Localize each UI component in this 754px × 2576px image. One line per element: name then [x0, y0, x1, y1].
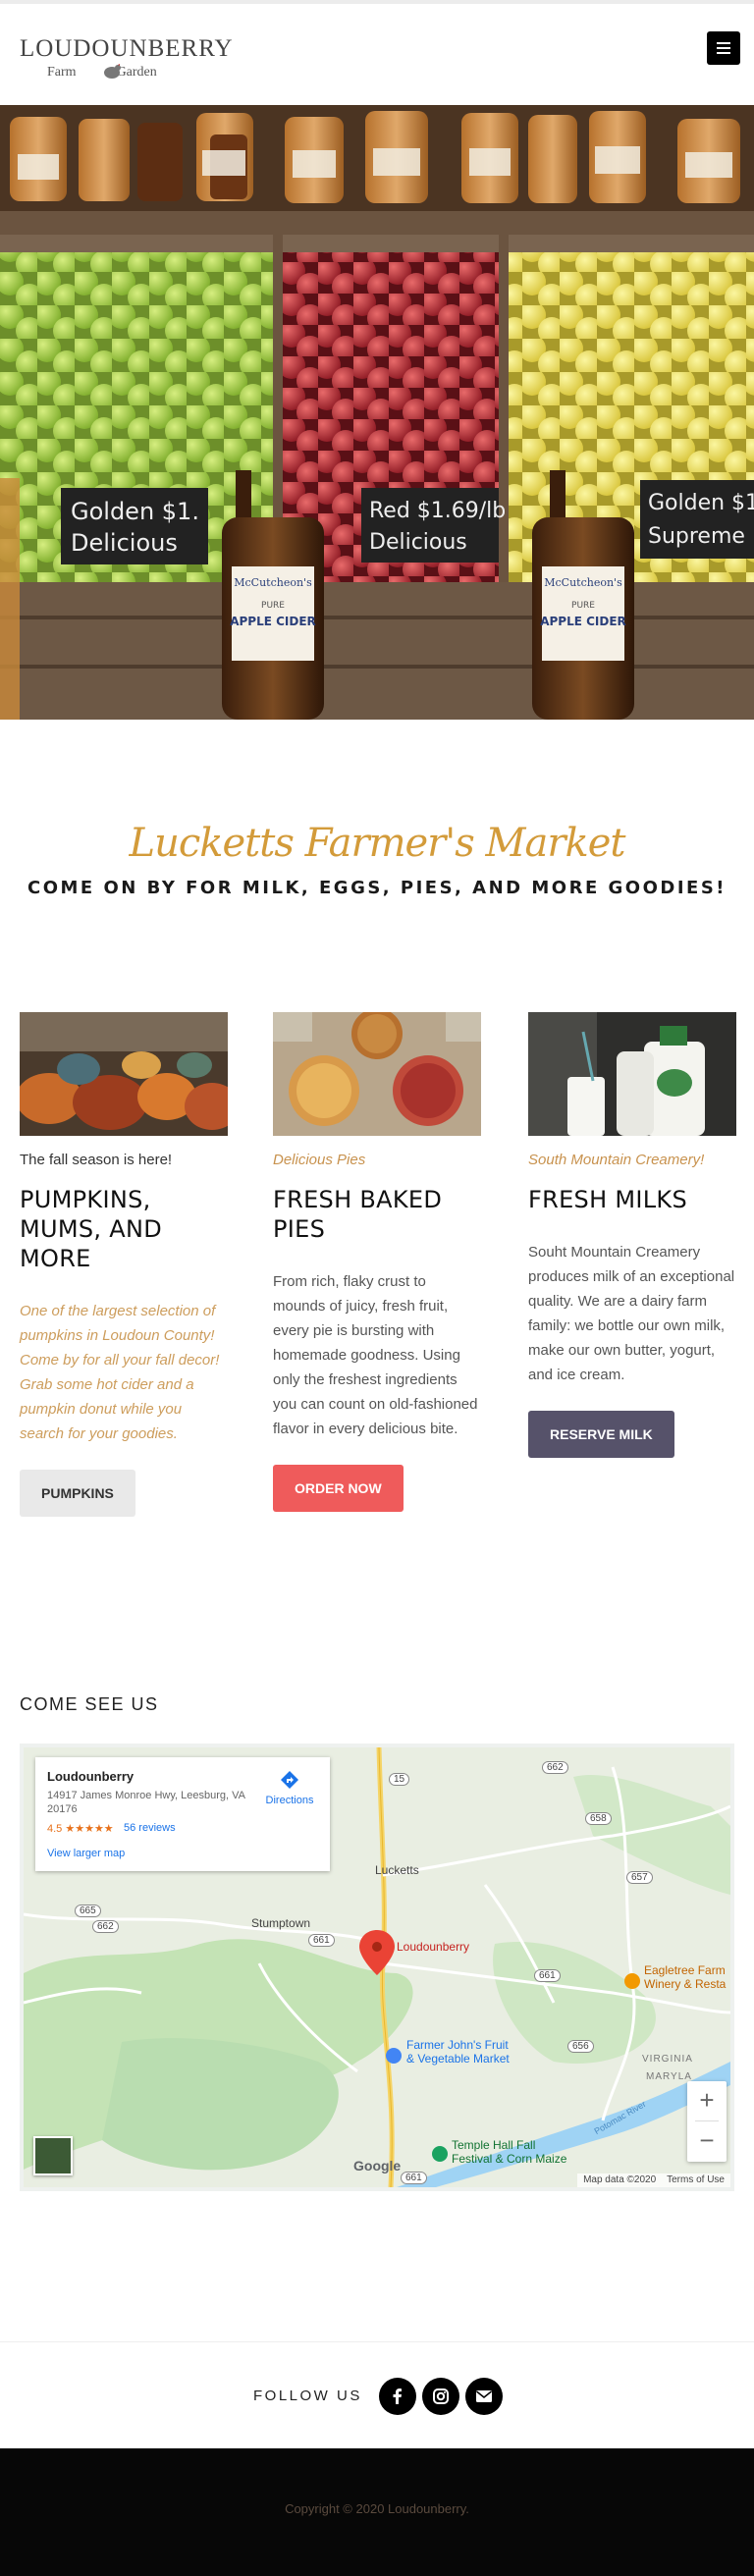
- road-shield-662: 662: [542, 1761, 568, 1774]
- reserve-milk-button[interactable]: RESERVE MILK: [528, 1411, 674, 1458]
- zoom-out-button[interactable]: −: [687, 2121, 727, 2161]
- map-zoom-control: + −: [687, 2081, 727, 2162]
- site-header: LOUDOUNBERRY Farm Garden: [0, 4, 754, 105]
- road-shield-662b: 662: [92, 1920, 119, 1933]
- milks-kicker: South Mountain Creamery!: [528, 1152, 705, 1168]
- satellite-toggle[interactable]: [33, 2136, 73, 2175]
- sign-golden-supreme-line1: Golden $1.: [648, 491, 754, 515]
- apple-crates-photo: Golden $1. Delicious Red $1.69/lb Delici…: [0, 105, 754, 720]
- map-label-farmer-john-2: & Vegetable Market: [406, 2052, 510, 2066]
- follow-divider: [0, 2341, 754, 2342]
- site-footer: Copyright © 2020 Loudounberry.: [0, 2448, 754, 2576]
- poi-orange-icon: [624, 1973, 640, 1989]
- bottle1-label: APPLE CIDER: [230, 615, 316, 628]
- map-label-temple-2: Festival & Corn Maize: [452, 2152, 567, 2166]
- zoom-in-button[interactable]: +: [687, 2081, 727, 2120]
- sign-golden-delicious-line2: Delicious: [71, 529, 178, 557]
- star-rating-icon: ★★★★★: [65, 1823, 114, 1835]
- copyright-text: Copyright © 2020 Loudounberry.: [285, 2501, 469, 2516]
- feature-pumpkins: The fall season is here! PUMPKINS, MUMS,…: [20, 1012, 228, 1517]
- map-label-virginia: VIRGINIA: [642, 2054, 693, 2065]
- bottle2-brand: McCutcheon's: [544, 576, 622, 589]
- poi-blue-icon: [386, 2048, 402, 2064]
- facebook-icon: [393, 2388, 402, 2404]
- map-info-card: Loudounberry 14917 James Monroe Hwy, Lee…: [35, 1757, 330, 1871]
- pumpkins-heading: PUMPKINS, MUMS, AND MORE: [20, 1186, 163, 1272]
- pumpkins-button[interactable]: PUMPKINS: [20, 1470, 135, 1517]
- directions-button[interactable]: Directions: [257, 1769, 322, 1806]
- market-subtitle: COME ON BY FOR MILK, EGGS, PIES, AND MOR…: [27, 878, 727, 898]
- road-shield-661: 661: [308, 1934, 335, 1947]
- road-shield-15: 15: [389, 1773, 410, 1786]
- map-label-loudounberry: Loudounberry: [397, 1940, 470, 1954]
- view-larger-map-link[interactable]: View larger map: [47, 1848, 125, 1859]
- directions-label: Directions: [265, 1795, 314, 1806]
- pumpkins-photo: [20, 1012, 228, 1136]
- road-shield-657: 657: [626, 1871, 653, 1884]
- google-logo: Google: [353, 2158, 402, 2174]
- pies-text: From rich, flaky crust to mounds of juic…: [273, 1273, 478, 1437]
- milks-heading: FRESH MILKS: [528, 1186, 687, 1213]
- hamburger-icon: [717, 42, 730, 54]
- map-label-stumptown: Stumptown: [251, 1916, 311, 1930]
- map-data-text: Map data ©2020: [583, 2174, 657, 2185]
- feature-pies: Delicious Pies FRESH BAKED PIES From ric…: [273, 1012, 481, 1512]
- site-logo[interactable]: LOUDOUNBERRY Farm Garden: [20, 31, 233, 80]
- milks-text: Souht Mountain Creamery produces milk of…: [528, 1244, 735, 1383]
- map-label-eagletree-1: Eagletree Farm: [644, 1963, 726, 1977]
- map-label-eagletree-2: Winery & Resta: [644, 1977, 727, 1991]
- map-label-farmer-john-1: Farmer John's Fruit: [406, 2038, 509, 2052]
- pies-photo: [273, 1012, 481, 1136]
- road-shield-661c: 661: [401, 2172, 427, 2184]
- feature-milks: South Mountain Creamery! FRESH MILKS Sou…: [528, 1012, 736, 1458]
- pies-heading: FRESH BAKED PIES: [273, 1186, 443, 1243]
- road-shield-661b: 661: [534, 1969, 561, 1982]
- map-footer: Map data ©2020 Terms of Use: [577, 2174, 730, 2187]
- email-icon: [476, 2390, 492, 2402]
- map-label-lucketts: Lucketts: [375, 1863, 419, 1877]
- bottle2-label: APPLE CIDER: [540, 615, 626, 628]
- facebook-button[interactable]: [379, 2378, 416, 2415]
- pumpkins-kicker: The fall season is here!: [20, 1152, 173, 1168]
- road-shield-665: 665: [75, 1905, 101, 1917]
- map-label-maryland: MARYLA: [646, 2071, 692, 2082]
- sign-red-delicious-line2: Delicious: [369, 530, 467, 555]
- bottle2-label-top: PURE: [571, 601, 595, 611]
- road-shield-658: 658: [585, 1812, 612, 1825]
- card-rating: 4.5 ★★★★★: [47, 1822, 114, 1835]
- card-rating-value: 4.5: [47, 1823, 63, 1835]
- poi-green-icon: [432, 2146, 448, 2162]
- menu-button[interactable]: [707, 31, 740, 65]
- instagram-button[interactable]: [422, 2378, 459, 2415]
- card-place-name: Loudounberry: [47, 1769, 135, 1784]
- logo-name: LOUDOUNBERRY: [20, 35, 234, 62]
- sign-golden-delicious-line1: Golden $1.: [71, 498, 199, 525]
- road-shield-656: 656: [567, 2040, 594, 2053]
- terms-of-use-link[interactable]: Terms of Use: [667, 2174, 725, 2185]
- sign-red-delicious-line1: Red $1.69/lb: [369, 499, 506, 523]
- milk-photo: [528, 1012, 736, 1136]
- hen-icon: [104, 64, 121, 79]
- instagram-icon: [433, 2388, 449, 2404]
- card-address: 14917 James Monroe Hwy, Leesburg, VA 201…: [47, 1790, 245, 1815]
- logo-tagline-left: Farm: [47, 65, 77, 80]
- hero-image: Golden $1. Delicious Red $1.69/lb Delici…: [0, 105, 754, 720]
- market-title: Lucketts Farmer's Market: [129, 821, 626, 866]
- order-now-button[interactable]: ORDER NOW: [273, 1465, 404, 1512]
- email-button[interactable]: [465, 2378, 503, 2415]
- map-label-temple-1: Temple Hall Fall: [452, 2138, 536, 2152]
- pumpkins-text: One of the largest selection of pumpkins…: [20, 1303, 220, 1442]
- pies-kicker: Delicious Pies: [273, 1152, 366, 1168]
- sign-golden-supreme-line2: Supreme: [648, 524, 745, 549]
- bottle1-brand: McCutcheon's: [234, 576, 312, 589]
- directions-icon: [281, 1771, 298, 1789]
- follow-us-label: FOLLOW US: [253, 2388, 362, 2404]
- location-map[interactable]: 15 662 658 657 665 662 661 661 656 661 L…: [20, 1744, 734, 2191]
- bottle1-label-top: PURE: [261, 601, 285, 611]
- come-see-us-heading: COME SEE US: [20, 1694, 159, 1714]
- card-reviews-link[interactable]: 56 reviews: [124, 1822, 176, 1834]
